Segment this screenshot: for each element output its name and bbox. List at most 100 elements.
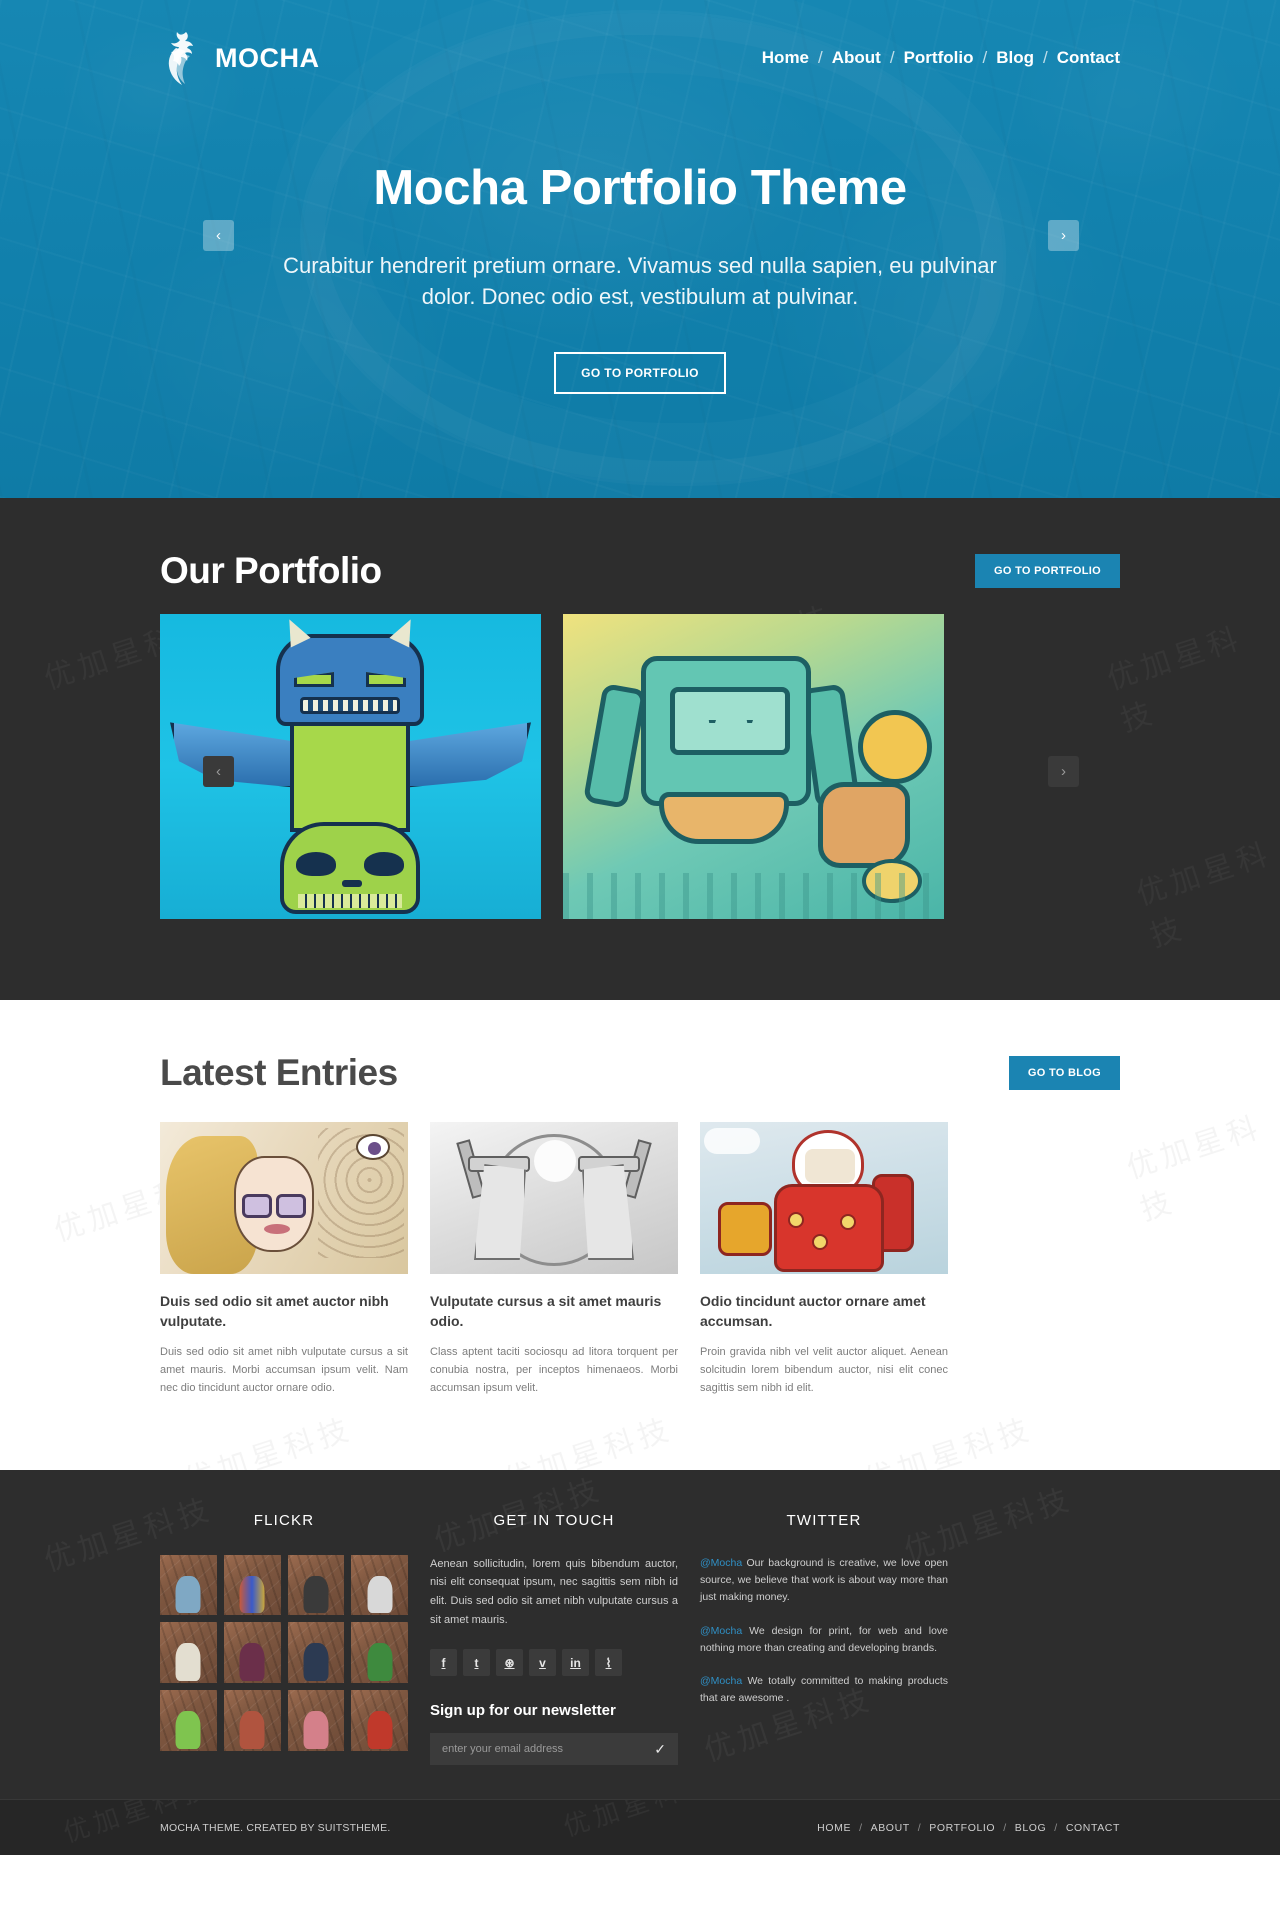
blog-title: Latest Entries	[160, 1052, 398, 1093]
blog-post-title: Duis sed odio sit amet auctor nibh vulpu…	[160, 1293, 389, 1329]
chevron-right-icon: ›	[1061, 227, 1066, 244]
watermark: 优加星科技	[1120, 1099, 1280, 1229]
watermark: 优加星科技	[177, 1404, 357, 1470]
blog-post-title: Odio tincidunt auctor ornare amet accums…	[700, 1293, 926, 1329]
blog-post-card[interactable]: Duis sed odio sit amet auctor nibh vulpu…	[160, 1122, 408, 1398]
portfolio-cta-button[interactable]: GO TO PORTFOLIO	[975, 554, 1120, 588]
hero-title: Mocha Portfolio Theme	[373, 161, 907, 215]
blog-post-card[interactable]: Vulputate cursus a sit amet mauris odio.…	[430, 1122, 678, 1398]
blog-section: 优加星科技 优加星科技 优加星科技 优加星科技 优加星科技 Latest Ent…	[0, 1000, 1280, 1470]
blog-post-title: Vulputate cursus a sit amet mauris odio.	[430, 1293, 662, 1329]
contact-text: Aenean sollicitudin, lorem quis bibendum…	[430, 1557, 678, 1626]
blog-cta-button[interactable]: GO TO BLOG	[1008, 1056, 1120, 1090]
watermark: 优加星科技	[857, 1404, 1037, 1470]
blog-post-thumbnail[interactable]	[700, 1122, 948, 1274]
footer-twitter-column: TWITTER @Mocha Our background is creativ…	[700, 1512, 948, 1766]
chevron-left-icon: ‹	[216, 763, 221, 780]
hero-next-button[interactable]: ›	[1048, 220, 1079, 251]
nav-item-home[interactable]: Home	[762, 48, 809, 68]
blog-post-card[interactable]: Odio tincidunt auctor ornare amet accums…	[700, 1122, 948, 1398]
tweet-item: @Mocha We totally committed to making pr…	[700, 1673, 948, 1708]
flickr-thumbnail[interactable]	[160, 1690, 217, 1751]
flickr-thumbnail[interactable]	[223, 1690, 281, 1751]
dribbble-icon[interactable]: ⊛	[496, 1649, 523, 1677]
hero-prev-button[interactable]: ‹	[203, 220, 234, 251]
twitter-heading: TWITTER	[786, 1511, 862, 1529]
twitter-handle[interactable]: @Mocha	[700, 1625, 742, 1637]
flickr-thumbnail[interactable]	[351, 1622, 408, 1684]
footer-flickr-column: FLICKR	[160, 1512, 408, 1766]
rooster-logo-icon	[168, 32, 193, 85]
hero-content: Mocha Portfolio Theme Curabitur hendreri…	[0, 160, 1280, 395]
copyright-bar: 优加星科技 优加星科技 MOCHA THEME. CREATED BY SUIT…	[0, 1799, 1280, 1856]
portfolio-prev-button[interactable]: ‹	[203, 756, 234, 787]
social-links: f t ⊛ v in ⌇	[430, 1649, 678, 1677]
hero-section: ‹ › MOCHA Home / About / Portfolio / Blo…	[0, 0, 1280, 498]
tumblr-icon[interactable]: t	[463, 1649, 490, 1677]
flickr-thumbnail[interactable]	[351, 1554, 408, 1616]
watermark: 优加星科技	[497, 1404, 677, 1470]
site-footer: 优加星科技 优加星科技 优加星科技 优加星科技 FLICKR GET IN TO…	[0, 1469, 1280, 1800]
nav-item-about[interactable]: About	[832, 48, 881, 68]
blog-post-excerpt: Class aptent taciti sociosqu ad litora t…	[430, 1346, 678, 1395]
footer-nav-portfolio[interactable]: PORTFOLIO	[929, 1822, 995, 1834]
flickr-thumbnail-grid	[160, 1554, 408, 1751]
hero-cta-button[interactable]: GO TO PORTFOLIO	[554, 352, 726, 395]
rss-icon[interactable]: ⌇	[595, 1649, 622, 1677]
portfolio-section: 优加星科技 优加星科技 优加星科技 优加星科技 优加星科技 Our Portfo…	[0, 498, 1280, 1000]
contact-heading: GET IN TOUCH	[493, 1511, 615, 1529]
nav-item-portfolio[interactable]: Portfolio	[904, 48, 974, 68]
chevron-right-icon: ›	[1061, 763, 1066, 780]
tweet-item: @Mocha We design for print, for web and …	[700, 1623, 948, 1658]
newsletter-email-input[interactable]	[442, 1743, 655, 1756]
nav-separator: /	[1042, 48, 1048, 67]
twitter-handle[interactable]: @Mocha	[700, 1675, 742, 1687]
newsletter-form: ✓	[430, 1733, 678, 1766]
flickr-thumbnail[interactable]	[160, 1554, 217, 1616]
nav-separator: /	[889, 48, 895, 67]
watermark: 优加星科技	[1101, 604, 1280, 740]
flickr-thumbnail[interactable]	[287, 1554, 345, 1616]
footer-nav-about[interactable]: ABOUT	[871, 1822, 910, 1834]
flickr-thumbnail[interactable]	[351, 1690, 408, 1751]
footer-nav-blog[interactable]: BLOG	[1015, 1822, 1047, 1834]
footer-navigation: HOME / ABOUT / PORTFOLIO / BLOG / CONTAC…	[817, 1822, 1120, 1834]
flickr-thumbnail[interactable]	[287, 1690, 345, 1751]
tweet-item: @Mocha Our background is creative, we lo…	[700, 1555, 948, 1607]
flickr-thumbnail[interactable]	[287, 1622, 345, 1684]
nav-separator: /	[818, 48, 823, 67]
blog-post-thumbnail[interactable]	[160, 1122, 408, 1274]
blog-post-list: Duis sed odio sit amet auctor nibh vulpu…	[160, 1122, 1120, 1398]
blog-post-excerpt: Proin gravida nibh vel velit auctor aliq…	[700, 1346, 948, 1395]
flickr-thumbnail[interactable]	[160, 1622, 217, 1684]
footer-nav-contact[interactable]: CONTACT	[1066, 1822, 1120, 1834]
blog-post-excerpt: Duis sed odio sit amet nibh vulputate cu…	[160, 1346, 408, 1395]
footer-nav-separator: /	[1054, 1821, 1058, 1834]
brand-logo[interactable]: MOCHA	[160, 30, 320, 86]
vimeo-icon[interactable]: v	[529, 1649, 556, 1677]
blog-post-thumbnail[interactable]	[430, 1122, 678, 1274]
nav-item-blog[interactable]: Blog	[996, 48, 1034, 68]
portfolio-item[interactable]	[563, 614, 944, 919]
twitter-handle[interactable]: @Mocha	[700, 1557, 742, 1569]
flickr-thumbnail[interactable]	[223, 1554, 281, 1616]
copyright-text: MOCHA THEME. CREATED BY SUITSTHEME.	[160, 1821, 391, 1834]
flickr-thumbnail[interactable]	[223, 1622, 281, 1684]
brand-name: MOCHA	[215, 42, 320, 73]
linkedin-icon[interactable]: in	[562, 1649, 589, 1677]
nav-item-contact[interactable]: Contact	[1057, 48, 1120, 68]
footer-nav-separator: /	[859, 1821, 863, 1834]
portfolio-next-button[interactable]: ›	[1048, 756, 1079, 787]
footer-contact-column: GET IN TOUCH Aenean sollicitudin, lorem …	[430, 1512, 678, 1766]
hero-subtitle: Curabitur hendrerit pretium ornare. Viva…	[283, 253, 997, 310]
watermark: 优加星科技	[1130, 829, 1280, 956]
newsletter-heading: Sign up for our newsletter	[430, 1702, 616, 1720]
chevron-left-icon: ‹	[216, 227, 221, 244]
newsletter-submit-button[interactable]: ✓	[654, 1741, 666, 1758]
footer-nav-separator: /	[1003, 1821, 1007, 1834]
footer-nav-separator: /	[917, 1821, 922, 1834]
facebook-icon[interactable]: f	[430, 1649, 457, 1677]
footer-nav-home[interactable]: HOME	[817, 1822, 851, 1834]
portfolio-carousel	[160, 614, 1120, 919]
nav-separator: /	[982, 48, 988, 67]
